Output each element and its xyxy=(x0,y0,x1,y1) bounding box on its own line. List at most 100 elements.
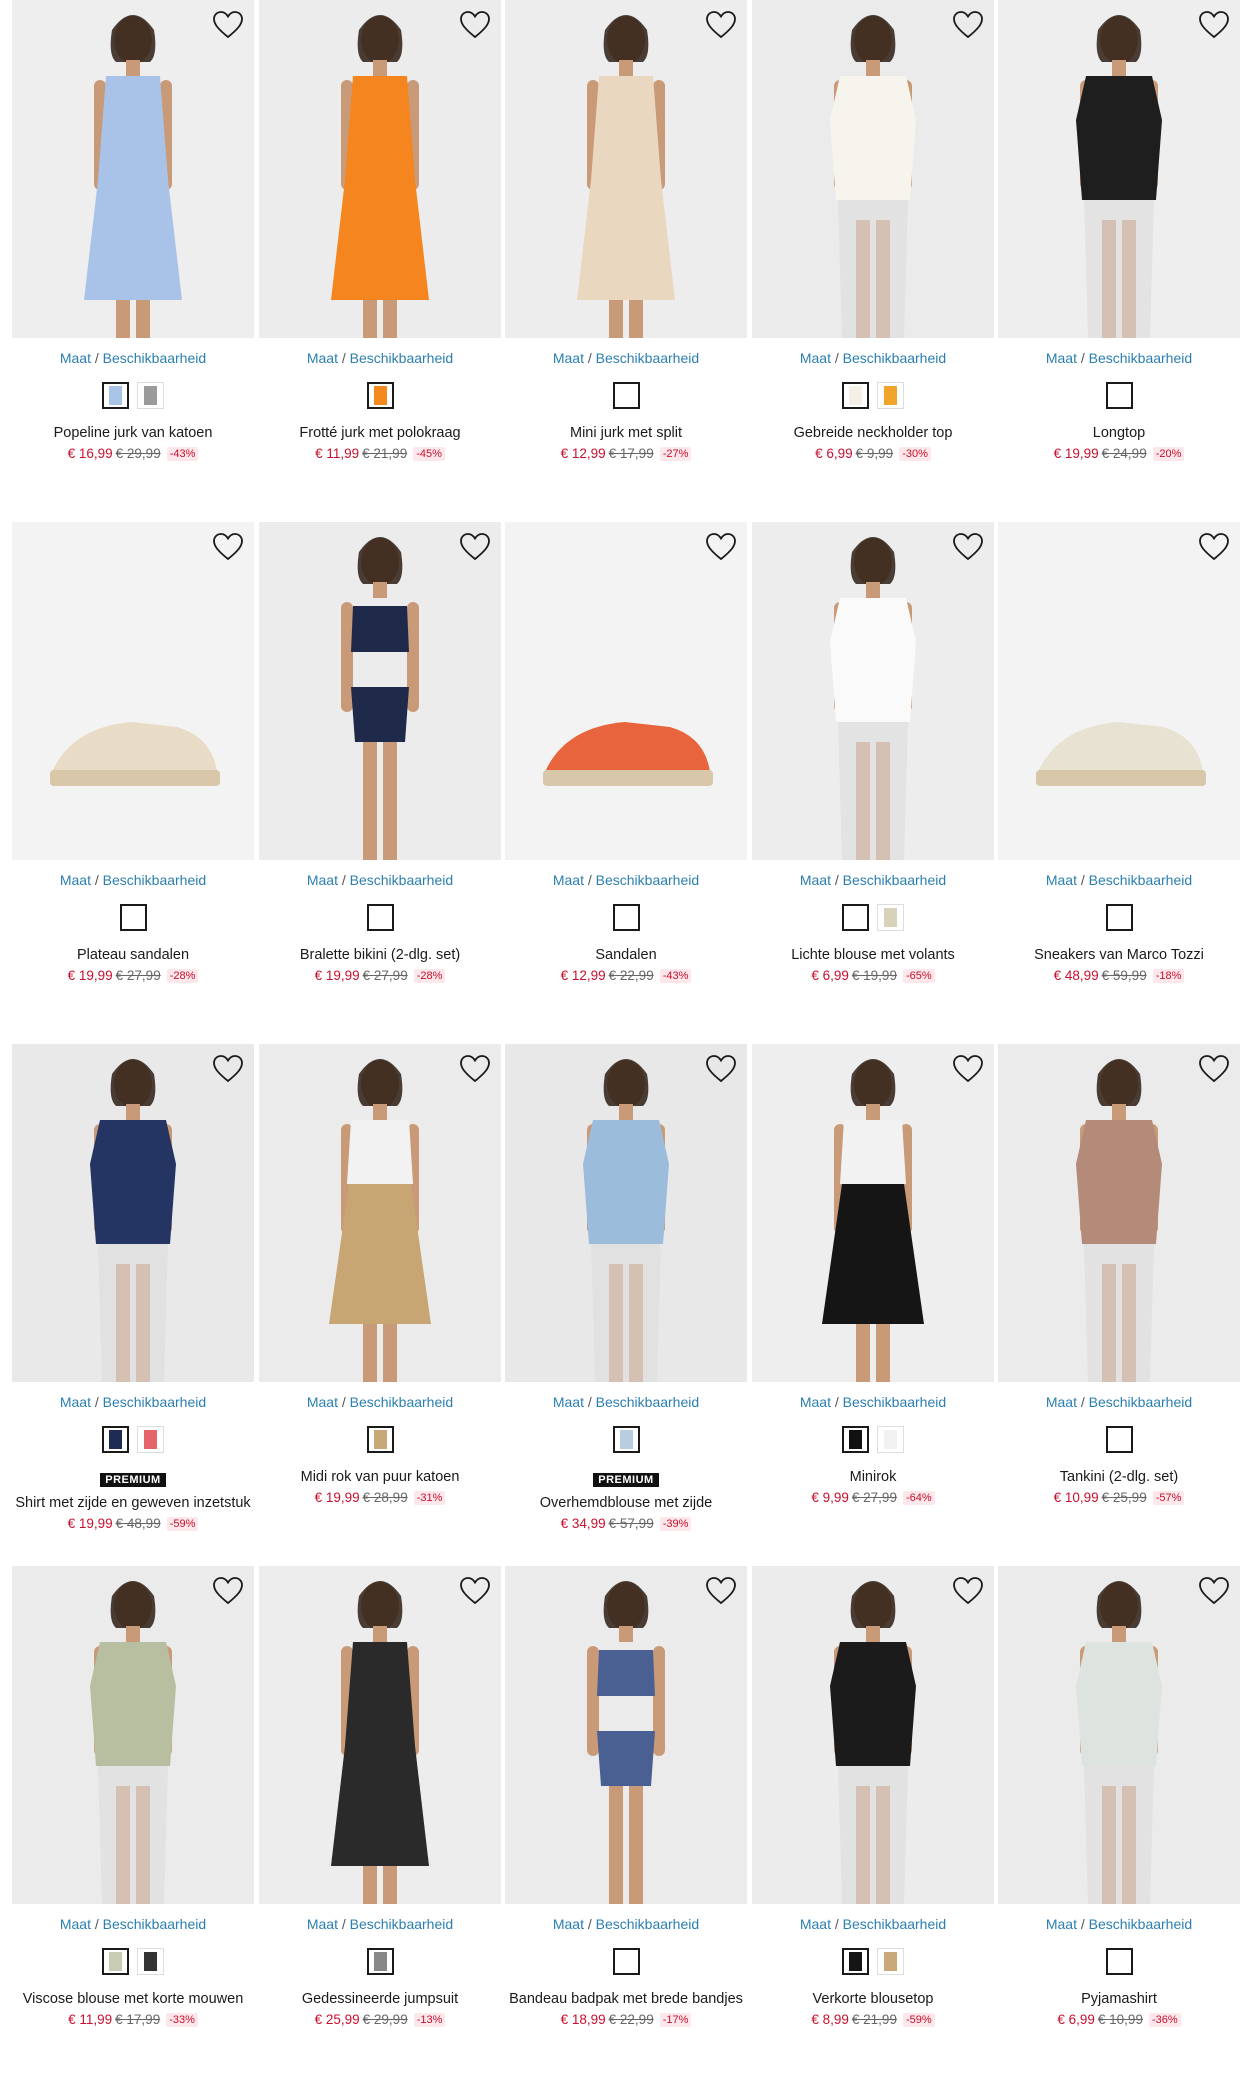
product-image[interactable] xyxy=(998,522,1240,860)
size-availability-link[interactable]: Maat / Beschikbaarheid xyxy=(505,1916,747,1932)
product-name[interactable]: Tankini (2-dlg. set) xyxy=(998,1469,1240,1485)
product-image[interactable] xyxy=(505,1566,747,1904)
product-image[interactable] xyxy=(505,0,747,338)
product-image[interactable] xyxy=(12,522,254,860)
product-image[interactable] xyxy=(259,522,501,860)
wishlist-heart-icon[interactable] xyxy=(459,532,491,562)
color-swatch[interactable] xyxy=(877,382,904,409)
wishlist-heart-icon[interactable] xyxy=(459,1576,491,1606)
product-name[interactable]: Viscose blouse met korte mouwen xyxy=(12,1991,254,2007)
wishlist-heart-icon[interactable] xyxy=(1198,1576,1230,1606)
color-swatch[interactable] xyxy=(137,382,164,409)
wishlist-heart-icon[interactable] xyxy=(952,10,984,40)
size-availability-link[interactable]: Maat / Beschikbaarheid xyxy=(998,350,1240,366)
product-name[interactable]: Midi rok van puur katoen xyxy=(259,1469,501,1485)
product-name[interactable]: Pyjamashirt xyxy=(998,1991,1240,2007)
product-name[interactable]: Lichte blouse met volants xyxy=(752,947,994,963)
product-name[interactable]: Sneakers van Marco Tozzi xyxy=(998,947,1240,963)
color-swatch[interactable] xyxy=(137,1948,164,1975)
color-swatch[interactable] xyxy=(612,1426,640,1453)
product-name[interactable]: Bralette bikini (2-dlg. set) xyxy=(259,947,501,963)
product-name[interactable]: Overhemdblouse met zijde xyxy=(505,1495,747,1511)
wishlist-heart-icon[interactable] xyxy=(1198,1054,1230,1084)
product-image[interactable] xyxy=(998,0,1240,338)
product-name[interactable]: Verkorte blousetop xyxy=(752,1991,994,2007)
wishlist-heart-icon[interactable] xyxy=(705,532,737,562)
product-image[interactable] xyxy=(752,1044,994,1382)
color-swatch[interactable] xyxy=(842,1426,869,1453)
product-image[interactable] xyxy=(12,1044,254,1382)
size-availability-link[interactable]: Maat / Beschikbaarheid xyxy=(752,872,994,888)
color-swatch[interactable] xyxy=(366,382,394,409)
size-availability-link[interactable]: Maat / Beschikbaarheid xyxy=(505,350,747,366)
color-swatch[interactable] xyxy=(1105,382,1133,409)
color-swatch[interactable] xyxy=(1105,904,1133,931)
product-name[interactable]: Sandalen xyxy=(505,947,747,963)
product-name[interactable]: Bandeau badpak met brede bandjes xyxy=(505,1991,747,2007)
color-swatch[interactable] xyxy=(877,1948,904,1975)
wishlist-heart-icon[interactable] xyxy=(952,1054,984,1084)
size-availability-link[interactable]: Maat / Beschikbaarheid xyxy=(752,1916,994,1932)
product-image[interactable] xyxy=(752,522,994,860)
size-availability-link[interactable]: Maat / Beschikbaarheid xyxy=(12,350,254,366)
wishlist-heart-icon[interactable] xyxy=(952,532,984,562)
product-image[interactable] xyxy=(998,1044,1240,1382)
color-swatch[interactable] xyxy=(612,382,640,409)
wishlist-heart-icon[interactable] xyxy=(1198,10,1230,40)
product-name[interactable]: Mini jurk met split xyxy=(505,425,747,441)
wishlist-heart-icon[interactable] xyxy=(212,532,244,562)
size-availability-link[interactable]: Maat / Beschikbaarheid xyxy=(259,1394,501,1410)
color-swatch[interactable] xyxy=(842,904,869,931)
color-swatch[interactable] xyxy=(1105,1426,1133,1453)
size-availability-link[interactable]: Maat / Beschikbaarheid xyxy=(259,350,501,366)
color-swatch[interactable] xyxy=(102,382,129,409)
product-name[interactable]: Popeline jurk van katoen xyxy=(12,425,254,441)
product-name[interactable]: Gedessineerde jumpsuit xyxy=(259,1991,501,2007)
product-image[interactable] xyxy=(12,1566,254,1904)
wishlist-heart-icon[interactable] xyxy=(705,10,737,40)
product-image[interactable] xyxy=(259,0,501,338)
size-availability-link[interactable]: Maat / Beschikbaarheid xyxy=(752,1394,994,1410)
size-availability-link[interactable]: Maat / Beschikbaarheid xyxy=(998,872,1240,888)
wishlist-heart-icon[interactable] xyxy=(952,1576,984,1606)
wishlist-heart-icon[interactable] xyxy=(459,10,491,40)
color-swatch[interactable] xyxy=(1105,1948,1133,1975)
size-availability-link[interactable]: Maat / Beschikbaarheid xyxy=(12,1916,254,1932)
product-name[interactable]: Gebreide neckholder top xyxy=(752,425,994,441)
color-swatch[interactable] xyxy=(877,904,904,931)
product-name[interactable]: Shirt met zijde en geweven inzetstuk xyxy=(12,1495,254,1511)
wishlist-heart-icon[interactable] xyxy=(1198,532,1230,562)
product-image[interactable] xyxy=(12,0,254,338)
product-image[interactable] xyxy=(259,1044,501,1382)
color-swatch[interactable] xyxy=(842,1948,869,1975)
product-image[interactable] xyxy=(505,522,747,860)
product-image[interactable] xyxy=(259,1566,501,1904)
wishlist-heart-icon[interactable] xyxy=(705,1054,737,1084)
product-name[interactable]: Plateau sandalen xyxy=(12,947,254,963)
size-availability-link[interactable]: Maat / Beschikbaarheid xyxy=(998,1394,1240,1410)
color-swatch[interactable] xyxy=(366,904,394,931)
wishlist-heart-icon[interactable] xyxy=(212,1576,244,1606)
product-name[interactable]: Minirok xyxy=(752,1469,994,1485)
size-availability-link[interactable]: Maat / Beschikbaarheid xyxy=(259,1916,501,1932)
color-swatch[interactable] xyxy=(877,1426,904,1453)
size-availability-link[interactable]: Maat / Beschikbaarheid xyxy=(505,872,747,888)
wishlist-heart-icon[interactable] xyxy=(459,1054,491,1084)
size-availability-link[interactable]: Maat / Beschikbaarheid xyxy=(12,1394,254,1410)
size-availability-link[interactable]: Maat / Beschikbaarheid xyxy=(12,872,254,888)
color-swatch[interactable] xyxy=(102,1426,129,1453)
size-availability-link[interactable]: Maat / Beschikbaarheid xyxy=(505,1394,747,1410)
wishlist-heart-icon[interactable] xyxy=(212,10,244,40)
product-image[interactable] xyxy=(998,1566,1240,1904)
size-availability-link[interactable]: Maat / Beschikbaarheid xyxy=(752,350,994,366)
product-name[interactable]: Frotté jurk met polokraag xyxy=(259,425,501,441)
product-image[interactable] xyxy=(752,0,994,338)
color-swatch[interactable] xyxy=(102,1948,129,1975)
product-image[interactable] xyxy=(752,1566,994,1904)
color-swatch[interactable] xyxy=(119,904,147,931)
color-swatch[interactable] xyxy=(842,382,869,409)
color-swatch[interactable] xyxy=(612,1948,640,1975)
product-image[interactable] xyxy=(505,1044,747,1382)
color-swatch[interactable] xyxy=(366,1948,394,1975)
color-swatch[interactable] xyxy=(612,904,640,931)
